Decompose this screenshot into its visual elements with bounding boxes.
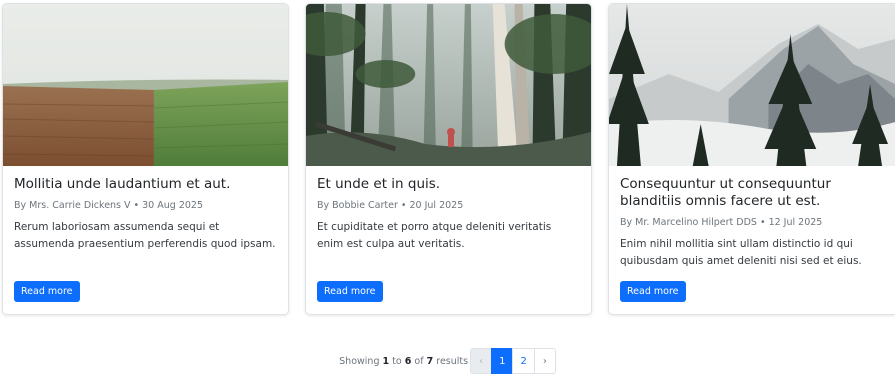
post-grid: Mollitia unde laudantium et aut. By Mrs.… — [0, 0, 895, 318]
post-author: By Mr. Marcelino Hilpert DDS — [620, 217, 757, 228]
post-title[interactable]: Mollitia unde laudantium et aut. — [14, 176, 277, 193]
post-meta: By Mr. Marcelino Hilpert DDS • 12 Jul 2025 — [620, 216, 884, 229]
meta-separator: • — [133, 200, 140, 211]
post-image-mountain[interactable] — [609, 4, 895, 166]
results-to-label: to — [392, 355, 402, 367]
next-page-button[interactable]: › — [533, 348, 556, 374]
page-1-button[interactable]: 1 — [491, 348, 514, 374]
post-title[interactable]: Consequuntur ut consequuntur blanditiis … — [620, 176, 884, 210]
post-card: Et unde et in quis. By Bobbie Carter • 20 … — [305, 3, 592, 315]
post-excerpt: Rerum laboriosam assumenda sequi et assu… — [14, 221, 276, 250]
results-to: 6 — [404, 355, 412, 367]
post-author: By Bobbie Carter — [317, 200, 398, 211]
pagination-bar: Showing 1 to 6 of 7 results ‹ 1 2 › — [0, 348, 895, 374]
post-date: 30 Aug 2025 — [142, 200, 203, 211]
post-author: By Mrs. Carrie Dickens V — [14, 200, 131, 211]
post-meta: By Bobbie Carter • 20 Jul 2025 — [317, 199, 580, 212]
results-from: 1 — [382, 355, 390, 367]
post-card: Mollitia unde laudantium et aut. By Mrs.… — [2, 3, 289, 315]
previous-page-button[interactable]: ‹ — [470, 348, 493, 374]
post-date: 20 Jul 2025 — [409, 200, 464, 211]
post-excerpt: Enim nihil mollitia sint ullam distincti… — [620, 238, 862, 267]
post-card: Consequuntur ut consequuntur blanditiis … — [608, 3, 895, 315]
results-total: 7 — [426, 355, 434, 367]
post-date: 12 Jul 2025 — [768, 217, 823, 228]
read-more-button[interactable]: Read more — [14, 281, 80, 302]
post-excerpt: Et cupiditate et porro atque deleniti ve… — [317, 221, 552, 250]
post-image-field[interactable] — [3, 4, 288, 166]
results-summary: Showing 1 to 6 of 7 results — [339, 356, 468, 367]
read-more-button[interactable]: Read more — [317, 281, 383, 302]
post-title[interactable]: Et unde et in quis. — [317, 176, 580, 193]
post-image-forest[interactable] — [306, 4, 591, 166]
meta-separator: • — [400, 200, 407, 211]
results-label: results — [436, 355, 469, 367]
read-more-button[interactable]: Read more — [620, 281, 686, 302]
results-of-label: of — [414, 355, 424, 367]
page-2-button[interactable]: 2 — [512, 348, 535, 374]
results-showing-label: Showing — [339, 355, 380, 367]
meta-separator: • — [759, 217, 766, 228]
post-meta: By Mrs. Carrie Dickens V • 30 Aug 2025 — [14, 199, 277, 212]
pagination: ‹ 1 2 › — [470, 348, 556, 374]
